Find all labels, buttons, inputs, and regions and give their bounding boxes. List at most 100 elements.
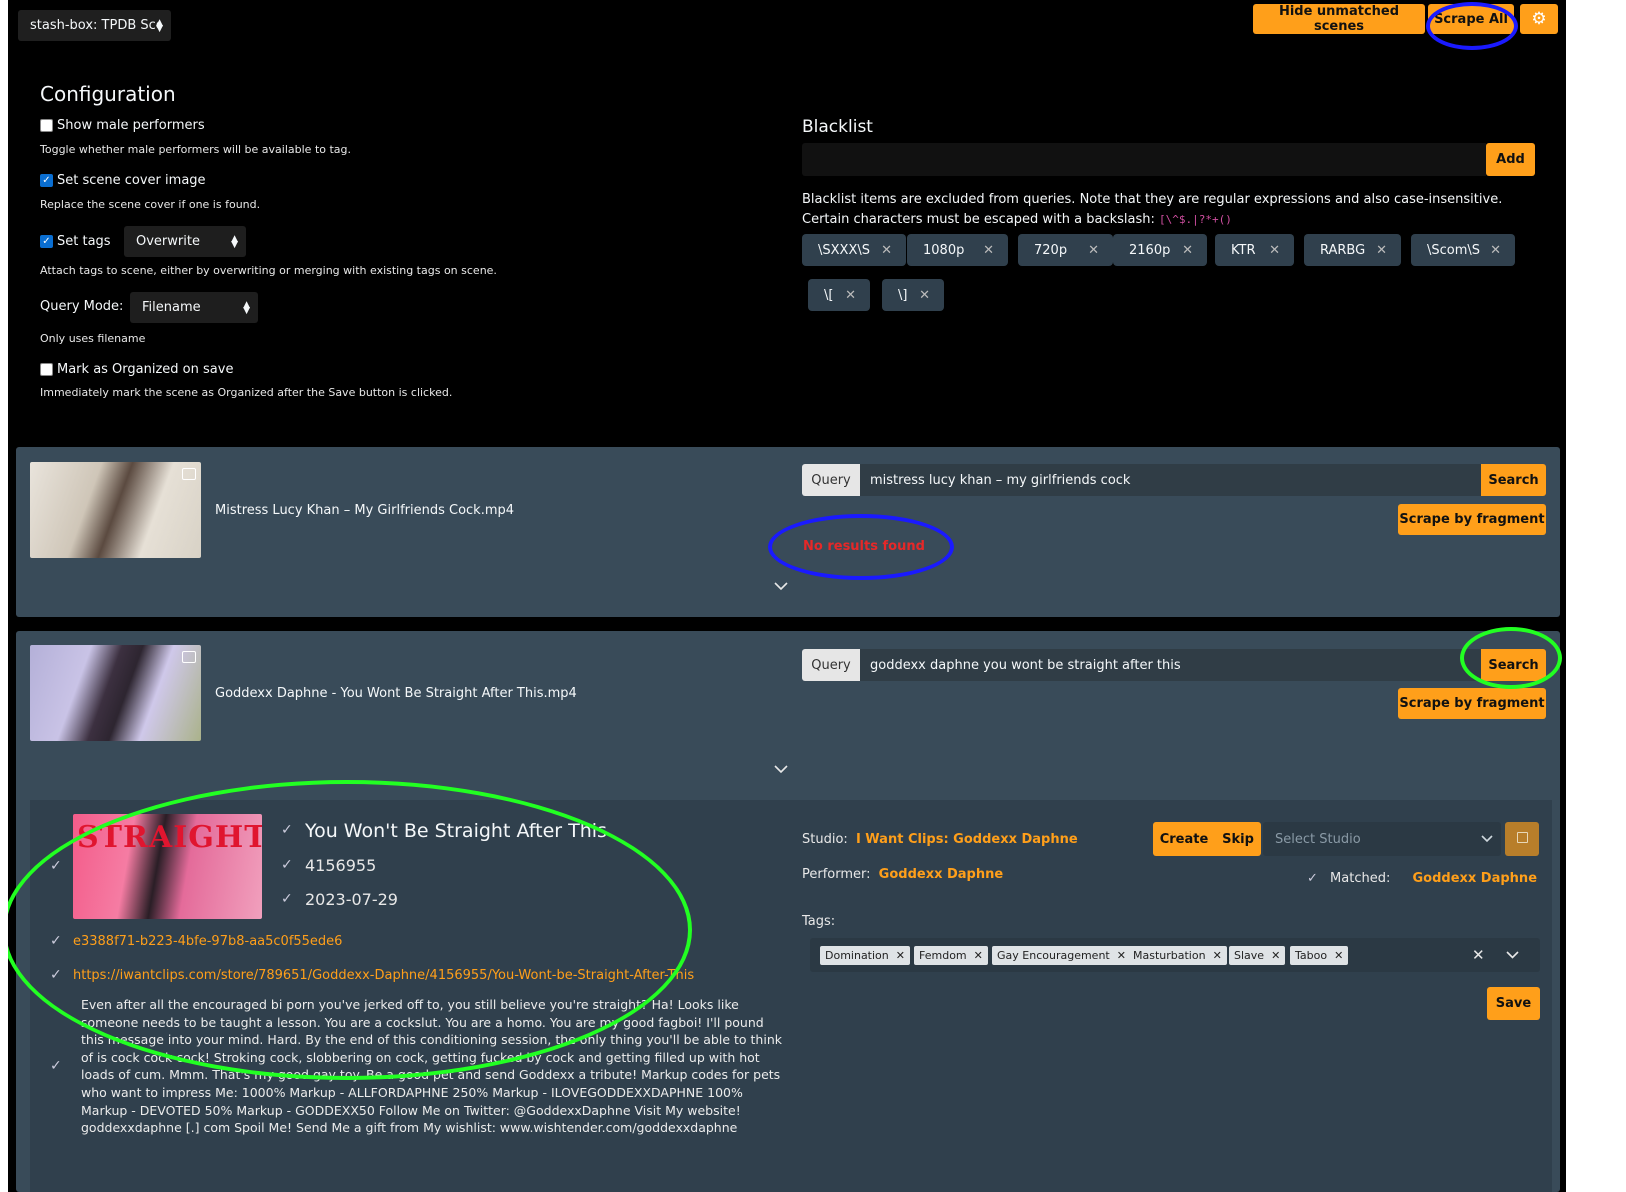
studio-row: Studio: I Want Clips: Goddexx Daphne: [802, 832, 1078, 847]
scene-thumbnail-1[interactable]: [30, 462, 201, 558]
set-tags-checkbox[interactable]: ✓: [40, 235, 53, 248]
blacklist-help: Blacklist items are excluded from querie…: [802, 190, 1522, 230]
blacklist-item-label: \]: [898, 287, 908, 303]
source-select-value: stash-box: TPDB Scene: [30, 18, 159, 33]
tag-chip-label: Gay Encouragement: [997, 949, 1110, 962]
query-mode-value: Filename: [142, 300, 201, 315]
scrape-fragment-button-1[interactable]: Scrape by fragment: [1398, 504, 1546, 535]
set-tags-row: ✓ Set tags: [40, 234, 111, 249]
tag-chip: Slave ✕: [1229, 946, 1286, 965]
remove-tag-icon[interactable]: ✕: [1117, 949, 1126, 962]
remove-tag-icon[interactable]: ✕: [974, 949, 983, 962]
remove-icon[interactable]: ✕: [845, 288, 856, 303]
scrape-all-button[interactable]: Scrape All: [1428, 4, 1514, 34]
check-icon[interactable]: ✓: [50, 1058, 62, 1074]
search-button-1[interactable]: Search: [1481, 464, 1546, 496]
scrape-fragment-button-2[interactable]: Scrape by fragment: [1398, 688, 1546, 719]
scene-thumbnail-2[interactable]: [30, 645, 201, 741]
chevron-down-icon[interactable]: [774, 579, 788, 593]
check-icon[interactable]: ✓: [50, 858, 62, 874]
remove-icon[interactable]: ✕: [919, 288, 930, 303]
query-input-2[interactable]: goddexx daphne you wont be straight afte…: [860, 649, 1481, 681]
blacklist-item-label: 1080p: [923, 242, 965, 258]
tag-chip-label: Slave: [1234, 949, 1265, 962]
performer-name: Goddexx Daphne: [878, 867, 1004, 882]
tag-chip: Taboo ✕: [1290, 946, 1349, 965]
skip-studio-button[interactable]: Skip: [1215, 822, 1261, 856]
tags-label: Tags:: [802, 914, 836, 929]
settings-button[interactable]: ⚙: [1520, 4, 1558, 34]
studio-select-placeholder: Select Studio: [1275, 831, 1361, 847]
create-studio-button[interactable]: Create: [1153, 822, 1215, 856]
set-tags-help: Attach tags to scene, either by overwrit…: [40, 264, 497, 277]
hide-unmatched-button[interactable]: Hide unmatched scenes: [1253, 4, 1425, 34]
mark-organized-label: Mark as Organized on save: [57, 362, 234, 377]
result-thumbnail[interactable]: STRAIGHT: [73, 814, 262, 919]
sort-icon: ▲ ▼: [231, 233, 238, 250]
clear-tags-icon[interactable]: ✕: [1472, 946, 1485, 964]
result-title: You Won't Be Straight After This: [305, 820, 607, 842]
query-mode-select[interactable]: Filename ▲ ▼: [130, 292, 258, 323]
remove-icon[interactable]: ✕: [1269, 243, 1280, 258]
studio-label: Studio:: [802, 832, 848, 847]
remove-icon[interactable]: ✕: [983, 243, 994, 258]
check-icon[interactable]: ✓: [281, 822, 293, 838]
query-input-1[interactable]: mistress lucy khan – my girlfriends cock: [860, 464, 1481, 496]
tag-chip-label: Domination: [825, 949, 889, 962]
check-icon[interactable]: ✓: [50, 967, 62, 983]
show-male-checkbox[interactable]: [40, 119, 53, 132]
image-icon: [182, 468, 196, 480]
remove-tag-icon[interactable]: ✕: [1334, 949, 1343, 962]
matched-row: ✓ Matched: Goddexx Daphne: [1307, 871, 1537, 886]
chevron-down-icon[interactable]: [774, 762, 788, 776]
blacklist-item: KTR ✕: [1215, 234, 1294, 266]
chevron-down-icon: [1481, 835, 1493, 843]
save-button[interactable]: Save: [1487, 987, 1540, 1020]
scene-filename-1: Mistress Lucy Khan – My Girlfriends Cock…: [215, 503, 515, 518]
tag-chip-label: Femdom: [919, 949, 967, 962]
tags-mode-select[interactable]: Overwrite ▲ ▼: [124, 226, 246, 257]
floppy-disk-icon: [1516, 831, 1528, 843]
sort-icon: ▲ ▼: [156, 17, 163, 34]
search-button-2[interactable]: Search: [1481, 649, 1546, 681]
check-icon[interactable]: ✓: [50, 933, 62, 949]
query-label-1: Query: [802, 464, 860, 496]
remove-tag-icon[interactable]: ✕: [1271, 949, 1280, 962]
check-icon[interactable]: ✓: [281, 857, 293, 873]
result-date: 2023-07-29: [305, 890, 398, 909]
mark-organized-checkbox[interactable]: [40, 363, 53, 376]
check-icon[interactable]: ✓: [281, 891, 293, 907]
tag-chip-label: Masturbation: [1133, 949, 1206, 962]
remove-icon[interactable]: ✕: [1490, 243, 1501, 258]
show-male-help: Toggle whether male performers will be a…: [40, 143, 352, 156]
source-select[interactable]: stash-box: TPDB Scene ▲▼: [18, 10, 171, 41]
studio-name: I Want Clips: Goddexx Daphne: [855, 832, 1078, 847]
tag-chip: Domination ✕: [820, 946, 910, 965]
blacklist-item-label: RARBG: [1320, 242, 1366, 258]
result-url[interactable]: https://iwantclips.com/store/789651/Godd…: [73, 968, 694, 983]
query-mode-label: Query Mode:: [40, 299, 124, 314]
blacklist-item-label: 2160p: [1129, 242, 1171, 258]
studio-select[interactable]: Select Studio: [1263, 822, 1501, 856]
blacklist-input[interactable]: [802, 143, 1486, 176]
remove-tag-icon[interactable]: ✕: [896, 949, 905, 962]
show-male-label: Show male performers: [57, 118, 205, 133]
blacklist-help-text: Blacklist items are excluded from querie…: [802, 192, 1503, 227]
no-results-text: No results found: [803, 539, 925, 554]
remove-icon[interactable]: ✕: [881, 243, 892, 258]
remove-icon[interactable]: ✕: [1088, 243, 1099, 258]
remove-icon[interactable]: ✕: [1182, 243, 1193, 258]
blacklist-item: \SXXX\S ✕: [802, 234, 906, 266]
tag-chip: Femdom ✕: [914, 946, 988, 965]
query-label-2: Query: [802, 649, 860, 681]
blacklist-item: RARBG ✕: [1304, 234, 1401, 266]
blacklist-add-button[interactable]: Add: [1486, 143, 1535, 176]
chevron-down-icon[interactable]: [1506, 950, 1519, 960]
remove-icon[interactable]: ✕: [1376, 243, 1387, 258]
set-cover-row: ✓ Set scene cover image: [40, 173, 206, 188]
result-stash-id[interactable]: e3388f71-b223-4bfe-97b8-aa5c0f55ede6: [73, 934, 342, 949]
result-code: 4156955: [305, 856, 377, 875]
set-cover-checkbox[interactable]: ✓: [40, 174, 53, 187]
save-studio-button[interactable]: [1505, 822, 1539, 856]
remove-tag-icon[interactable]: ✕: [1213, 949, 1222, 962]
